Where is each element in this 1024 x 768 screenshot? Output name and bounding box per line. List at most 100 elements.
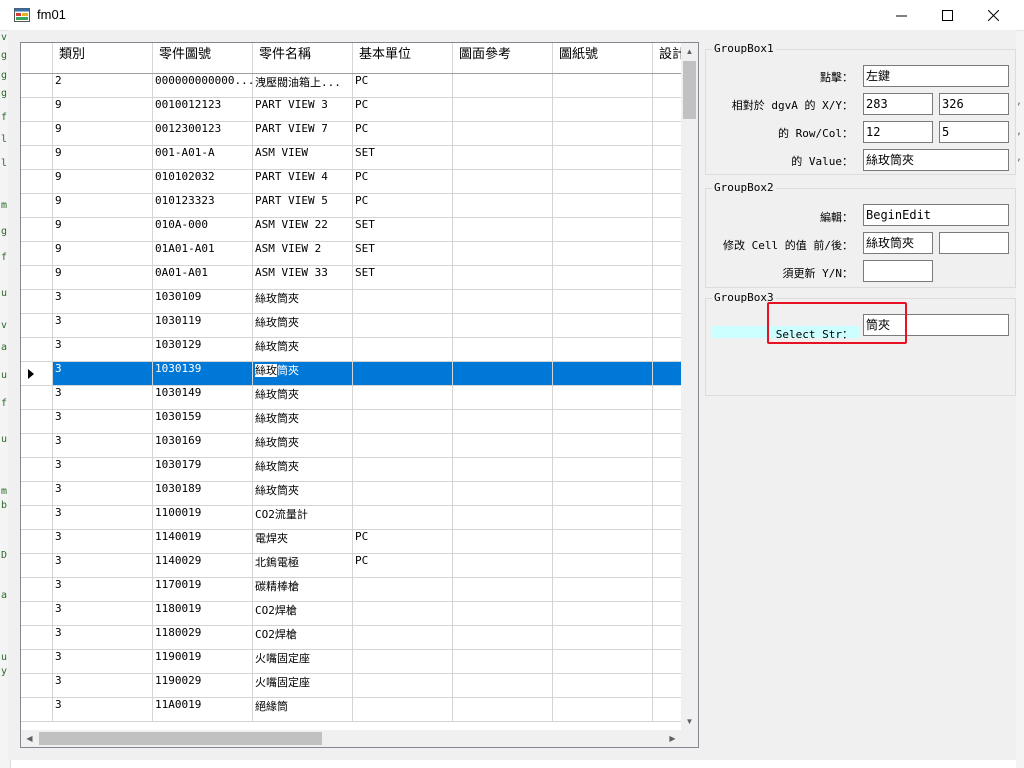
table-cell[interactable] xyxy=(653,650,681,673)
table-cell[interactable] xyxy=(453,674,553,697)
table-cell[interactable]: 火嘴固定座 xyxy=(253,650,353,673)
table-cell[interactable] xyxy=(553,98,653,121)
table-cell[interactable]: 9 xyxy=(53,266,153,289)
minimize-button[interactable] xyxy=(878,0,924,30)
table-cell[interactable]: 1190029 xyxy=(153,674,253,697)
table-cell[interactable]: 11A0019 xyxy=(153,698,253,721)
table-row[interactable]: 3 1100019 CO2流量計 xyxy=(21,506,681,530)
after-field[interactable] xyxy=(939,232,1009,254)
table-row[interactable]: 9 001-A01-A ASM VIEW SET xyxy=(21,146,681,170)
table-cell[interactable]: 北鎢電極 xyxy=(253,554,353,577)
col-field[interactable]: 5 xyxy=(939,121,1009,143)
table-cell[interactable] xyxy=(353,458,453,481)
table-cell[interactable] xyxy=(653,314,681,337)
table-cell[interactable] xyxy=(653,530,681,553)
data-grid-dgvA[interactable]: 類別 零件圖號 零件名稱 基本單位 圖面參考 圖紙號 設計者 2 000000000000..… xyxy=(20,42,699,748)
table-cell[interactable]: 3 xyxy=(53,554,153,577)
table-row[interactable]: 3 1180029 CO2焊槍 xyxy=(21,626,681,650)
table-cell[interactable]: 3 xyxy=(53,362,153,385)
editing-cell[interactable]: 絲玫筒夾 xyxy=(253,362,353,385)
table-cell[interactable]: 9 xyxy=(53,146,153,169)
table-cell[interactable] xyxy=(453,218,553,241)
column-header-5[interactable]: 圖面參考 xyxy=(453,43,553,73)
table-cell[interactable]: 9 xyxy=(53,170,153,193)
table-cell[interactable]: 3 xyxy=(53,626,153,649)
row-header-cell[interactable] xyxy=(21,242,53,265)
table-cell[interactable] xyxy=(653,98,681,121)
table-cell[interactable]: 3 xyxy=(53,434,153,457)
table-cell[interactable]: 0A01-A01 xyxy=(153,266,253,289)
update-field[interactable] xyxy=(863,260,933,282)
table-cell[interactable] xyxy=(553,410,653,433)
table-cell[interactable] xyxy=(353,290,453,313)
table-cell[interactable] xyxy=(453,602,553,625)
table-cell[interactable]: PART VIEW 4 xyxy=(253,170,353,193)
table-cell[interactable] xyxy=(553,602,653,625)
table-cell[interactable]: 1140019 xyxy=(153,530,253,553)
table-cell[interactable] xyxy=(653,266,681,289)
table-cell[interactable] xyxy=(553,218,653,241)
table-row[interactable]: 3 1030129 絲玫筒夾 xyxy=(21,338,681,362)
table-row[interactable]: 3 1030119 絲玫筒夾 xyxy=(21,314,681,338)
table-cell[interactable]: CO2焊槍 xyxy=(253,602,353,625)
table-cell[interactable]: ASM VIEW 2 xyxy=(253,242,353,265)
table-cell[interactable]: CO2流量計 xyxy=(253,506,353,529)
row-header-cell[interactable] xyxy=(21,434,53,457)
table-cell[interactable] xyxy=(453,362,553,385)
table-cell[interactable] xyxy=(653,554,681,577)
table-cell[interactable]: PART VIEW 5 xyxy=(253,194,353,217)
table-cell[interactable] xyxy=(653,506,681,529)
table-cell[interactable]: 9 xyxy=(53,98,153,121)
table-cell[interactable] xyxy=(353,338,453,361)
edit-field[interactable]: BeginEdit xyxy=(863,204,1009,226)
column-header-4[interactable]: 基本單位 xyxy=(353,43,453,73)
table-cell[interactable]: 1030119 xyxy=(153,314,253,337)
table-cell[interactable]: 3 xyxy=(53,698,153,721)
table-cell[interactable] xyxy=(653,410,681,433)
table-cell[interactable] xyxy=(653,458,681,481)
table-row[interactable]: 9 01A01-A01 ASM VIEW 2 SET xyxy=(21,242,681,266)
table-cell[interactable]: PC xyxy=(353,194,453,217)
x-field[interactable]: 283 xyxy=(863,93,933,115)
table-row[interactable]: 3 1140029 北鎢電極 PC xyxy=(21,554,681,578)
table-cell[interactable] xyxy=(453,290,553,313)
table-row[interactable]: 3 1190019 火嘴固定座 xyxy=(21,650,681,674)
table-cell[interactable] xyxy=(453,434,553,457)
row-header-cell[interactable] xyxy=(21,218,53,241)
table-cell[interactable] xyxy=(553,122,653,145)
table-cell[interactable] xyxy=(553,530,653,553)
table-cell[interactable] xyxy=(553,650,653,673)
table-cell[interactable]: 絲玫筒夾 xyxy=(253,458,353,481)
table-cell[interactable] xyxy=(553,674,653,697)
table-cell[interactable] xyxy=(553,626,653,649)
table-cell[interactable]: 1030129 xyxy=(153,338,253,361)
table-cell[interactable]: 絲玫筒夾 xyxy=(253,410,353,433)
row-header-cell[interactable] xyxy=(21,314,53,337)
row-header-cell[interactable] xyxy=(21,602,53,625)
table-cell[interactable]: 3 xyxy=(53,506,153,529)
table-cell[interactable]: 1030109 xyxy=(153,290,253,313)
table-cell[interactable] xyxy=(353,386,453,409)
table-cell[interactable]: 9 xyxy=(53,194,153,217)
table-cell[interactable]: 3 xyxy=(53,458,153,481)
table-cell[interactable] xyxy=(553,506,653,529)
scroll-up-icon[interactable]: ▲ xyxy=(681,43,698,60)
table-cell[interactable]: PC xyxy=(353,170,453,193)
table-cell[interactable]: 1100019 xyxy=(153,506,253,529)
scroll-right-icon[interactable]: ▶ xyxy=(664,730,681,747)
table-cell[interactable]: 010A-000 xyxy=(153,218,253,241)
row-header-cell[interactable] xyxy=(21,482,53,505)
table-cell[interactable] xyxy=(653,698,681,721)
table-cell[interactable]: 3 xyxy=(53,602,153,625)
table-cell[interactable] xyxy=(553,170,653,193)
table-cell[interactable]: 3 xyxy=(53,482,153,505)
table-cell[interactable] xyxy=(453,650,553,673)
table-cell[interactable]: 001-A01-A xyxy=(153,146,253,169)
table-cell[interactable]: 9 xyxy=(53,218,153,241)
table-row[interactable]: 3 1170019 碳精棒槍 xyxy=(21,578,681,602)
table-cell[interactable] xyxy=(653,674,681,697)
row-header-cell[interactable] xyxy=(21,290,53,313)
row-header-cell[interactable] xyxy=(21,410,53,433)
table-cell[interactable] xyxy=(653,242,681,265)
table-cell[interactable]: 洩壓閥油箱上... xyxy=(253,74,353,97)
